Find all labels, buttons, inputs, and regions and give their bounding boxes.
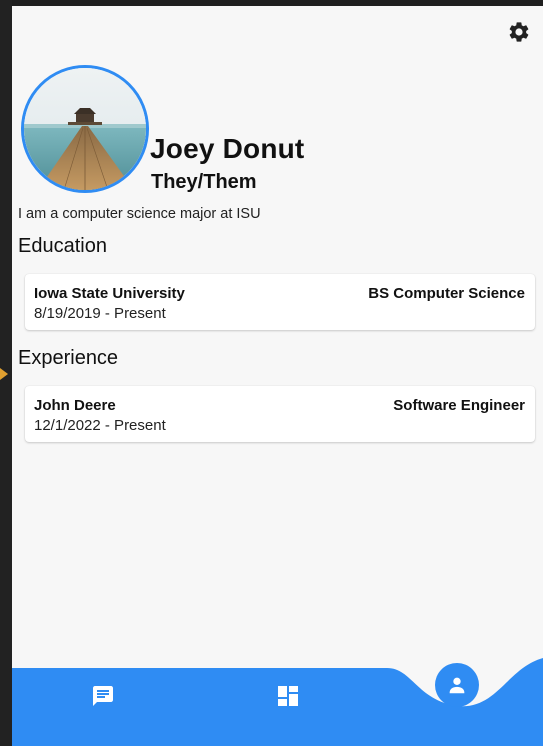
nav-profile-button[interactable] [435,663,479,707]
experience-dates: 12/1/2022 - Present [34,417,166,434]
profile-screen: Joey Donut They/Them I am a computer sci… [12,6,543,746]
education-dates: 8/19/2019 - Present [34,305,166,322]
settings-gear-icon[interactable] [507,20,531,44]
edge-arrow-icon [0,368,8,380]
experience-heading: Experience [18,347,119,369]
education-card[interactable]: Iowa State University BS Computer Scienc… [25,274,535,330]
profile-bio: I am a computer science major at ISU [18,206,261,222]
education-degree: BS Computer Science [368,285,525,302]
education-institution: Iowa State University [34,285,185,302]
pier-photo-image [24,68,146,190]
person-icon [449,677,465,694]
profile-name: Joey Donut [150,133,305,164]
experience-card[interactable]: John Deere Software Engineer 12/1/2022 -… [25,386,535,442]
profile-pronouns: They/Them [151,171,257,193]
nav-dashboard-icon[interactable] [278,686,298,706]
avatar[interactable] [21,65,149,193]
experience-company: John Deere [34,397,116,414]
window-edge [0,0,12,746]
nav-messages-chat-icon[interactable] [91,684,115,708]
experience-role: Software Engineer [393,397,525,414]
education-heading: Education [18,235,107,257]
